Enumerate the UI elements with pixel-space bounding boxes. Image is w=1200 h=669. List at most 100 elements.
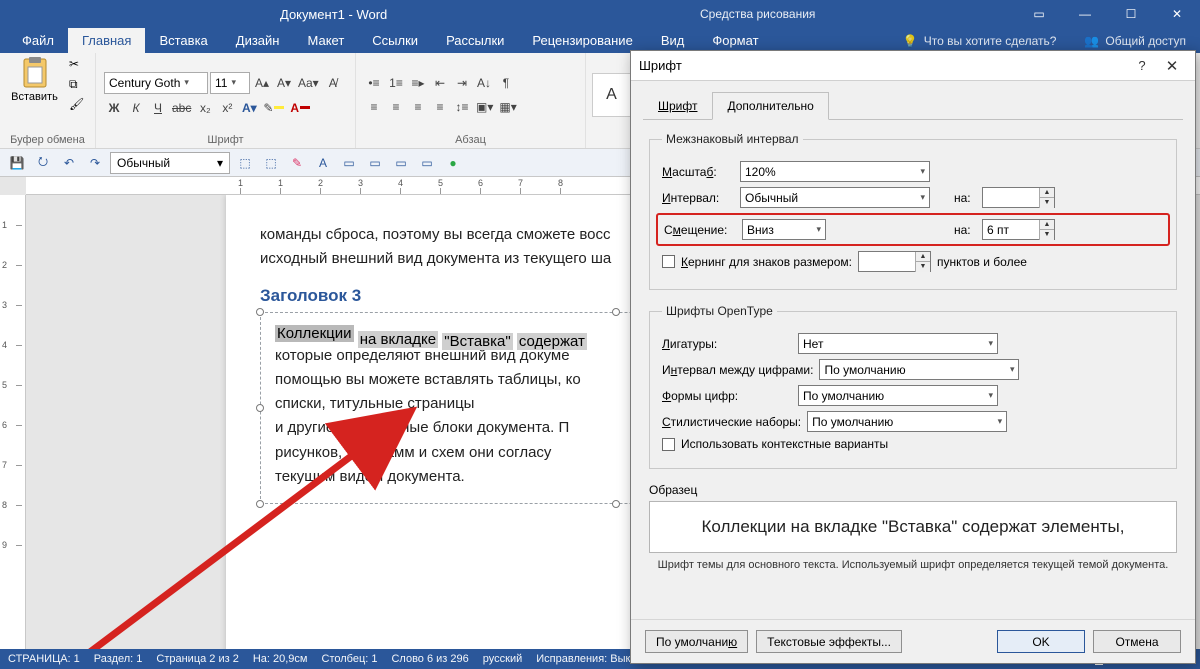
qat-icon-4[interactable]: A [312, 152, 334, 174]
spacing-by-spin[interactable]: ▲▼ [982, 187, 1055, 208]
undo-icon[interactable]: ↶ [58, 152, 80, 174]
status-track[interactable]: Исправления: Выкл. [536, 653, 640, 665]
scale-combo[interactable]: 120%▾ [740, 161, 930, 182]
tab-layout[interactable]: Макет [293, 28, 358, 53]
styles-gallery[interactable]: А [592, 73, 632, 117]
stylistic-sets-combo[interactable]: По умолчанию▾ [807, 411, 1007, 432]
cut-icon[interactable]: ✂ [69, 57, 87, 75]
help-icon[interactable]: ? [1127, 51, 1157, 81]
format-painter-icon[interactable]: 🖌 [69, 97, 87, 115]
ligatures-combo[interactable]: Нет▾ [798, 333, 998, 354]
align-right-icon[interactable]: ≡ [408, 97, 428, 117]
dialog-tab-advanced[interactable]: Дополнительно [712, 92, 828, 120]
font-name-combo[interactable]: Century Goth▾ [104, 72, 208, 94]
resize-handle-icon[interactable] [612, 500, 620, 508]
close-icon[interactable]: ✕ [1154, 0, 1200, 28]
qat-icon-8[interactable]: ▭ [416, 152, 438, 174]
clear-formatting-icon[interactable]: A̸ [323, 73, 343, 93]
grow-font-icon[interactable]: A▴ [252, 73, 272, 93]
resize-handle-icon[interactable] [256, 500, 264, 508]
subscript-button[interactable]: x₂ [195, 98, 215, 118]
align-left-icon[interactable]: ≡ [364, 97, 384, 117]
status-language[interactable]: русский [483, 653, 522, 665]
status-page[interactable]: СТРАНИЦА: 1 [8, 653, 80, 665]
ribbon-options-icon[interactable]: ▭ [1016, 0, 1062, 28]
qat-icon-6[interactable]: ▭ [364, 152, 386, 174]
font-color-icon[interactable]: A [288, 98, 312, 118]
resize-handle-icon[interactable] [612, 308, 620, 316]
paste-icon[interactable] [19, 57, 51, 89]
numspacing-combo[interactable]: По умолчанию▾ [819, 359, 1019, 380]
style-combo[interactable]: Обычный▾ [110, 152, 230, 174]
kerning-input[interactable] [859, 252, 915, 271]
status-column[interactable]: Столбец: 1 [322, 653, 378, 665]
qat-icon-2[interactable]: ⬚ [260, 152, 282, 174]
qat-icon-9[interactable]: ● [442, 152, 464, 174]
tab-file[interactable]: Файл [8, 28, 68, 53]
spin-up-icon[interactable]: ▲ [1040, 188, 1054, 198]
spin-down-icon[interactable]: ▼ [916, 262, 930, 272]
tab-references[interactable]: Ссылки [358, 28, 432, 53]
font-size-combo[interactable]: 11▾ [210, 72, 250, 94]
text-effects-button[interactable]: Текстовые эффекты... [756, 630, 902, 653]
status-section[interactable]: Раздел: 1 [94, 653, 143, 665]
position-combo[interactable]: Вниз▾ [742, 219, 826, 240]
bullets-icon[interactable]: •≡ [364, 73, 384, 93]
text-effects-icon[interactable]: A▾ [239, 98, 259, 118]
resize-handle-icon[interactable] [256, 404, 264, 412]
superscript-button[interactable]: x² [217, 98, 237, 118]
spin-up-icon[interactable]: ▲ [916, 252, 930, 262]
close-icon[interactable]: ✕ [1157, 51, 1187, 81]
spin-down-icon[interactable]: ▼ [1040, 198, 1054, 208]
status-words[interactable]: Слово 6 из 296 [391, 653, 468, 665]
copy-icon[interactable]: ⧉ [69, 77, 87, 95]
align-justify-icon[interactable]: ≡ [430, 97, 450, 117]
italic-button[interactable]: К [126, 98, 146, 118]
qat-icon-3[interactable]: ✎ [286, 152, 308, 174]
sel-word[interactable]: "Вставка" [442, 333, 512, 350]
dialog-titlebar[interactable]: Шрифт ? ✕ [631, 51, 1195, 81]
dialog-tab-font[interactable]: Шрифт [643, 92, 712, 120]
tab-mailings[interactable]: Рассылки [432, 28, 518, 53]
paste-label[interactable]: Вставить [11, 91, 58, 103]
change-case-icon[interactable]: Aa▾ [296, 73, 321, 93]
sel-word[interactable]: содержат [517, 333, 587, 350]
spacing-by-input[interactable] [983, 188, 1039, 207]
numforms-combo[interactable]: По умолчанию▾ [798, 385, 998, 406]
tab-design[interactable]: Дизайн [222, 28, 294, 53]
shading-icon[interactable]: ▣▾ [474, 97, 495, 117]
kerning-spin[interactable]: ▲▼ [858, 251, 931, 272]
redo-icon[interactable]: ↷ [84, 152, 106, 174]
qat-icon-5[interactable]: ▭ [338, 152, 360, 174]
strike-button[interactable]: abc [170, 98, 193, 118]
position-by-input[interactable] [983, 220, 1039, 239]
tab-home[interactable]: Главная [68, 28, 145, 53]
underline-button[interactable]: Ч [148, 98, 168, 118]
bold-button[interactable]: Ж [104, 98, 124, 118]
set-default-button[interactable]: По умолчанию [645, 630, 748, 653]
indent-inc-icon[interactable]: ⇥ [452, 73, 472, 93]
tab-insert[interactable]: Вставка [145, 28, 221, 53]
align-center-icon[interactable]: ≡ [386, 97, 406, 117]
save-icon[interactable]: 💾 [6, 152, 28, 174]
maximize-icon[interactable]: ☐ [1108, 0, 1154, 28]
cancel-button[interactable]: Отмена [1093, 630, 1181, 653]
line-spacing-icon[interactable]: ↕≡ [452, 97, 472, 117]
sel-word[interactable]: Коллекции [275, 325, 354, 342]
numbering-icon[interactable]: 1≡ [386, 73, 406, 93]
position-by-spin[interactable]: ▲▼ [982, 219, 1055, 240]
spin-up-icon[interactable]: ▲ [1040, 220, 1054, 230]
sort-icon[interactable]: A↓ [474, 73, 494, 93]
highlight-icon[interactable]: ✎ [261, 98, 286, 118]
kerning-checkbox[interactable]: Кернинг для знаков размером: [662, 255, 852, 269]
qat-icon-1[interactable]: ⬚ [234, 152, 256, 174]
repeat-icon[interactable]: ⭮ [32, 152, 54, 174]
spacing-combo[interactable]: Обычный▾ [740, 187, 930, 208]
status-position[interactable]: На: 20,9см [253, 653, 308, 665]
minimize-icon[interactable]: — [1062, 0, 1108, 28]
sel-word[interactable]: на вкладке [358, 331, 438, 348]
spin-down-icon[interactable]: ▼ [1040, 230, 1054, 240]
ruler-vertical[interactable]: 1 2 3 4 5 6 7 8 9 [0, 195, 26, 649]
status-pageof[interactable]: Страница 2 из 2 [156, 653, 238, 665]
contextual-checkbox[interactable]: Использовать контекстные варианты [662, 437, 888, 451]
